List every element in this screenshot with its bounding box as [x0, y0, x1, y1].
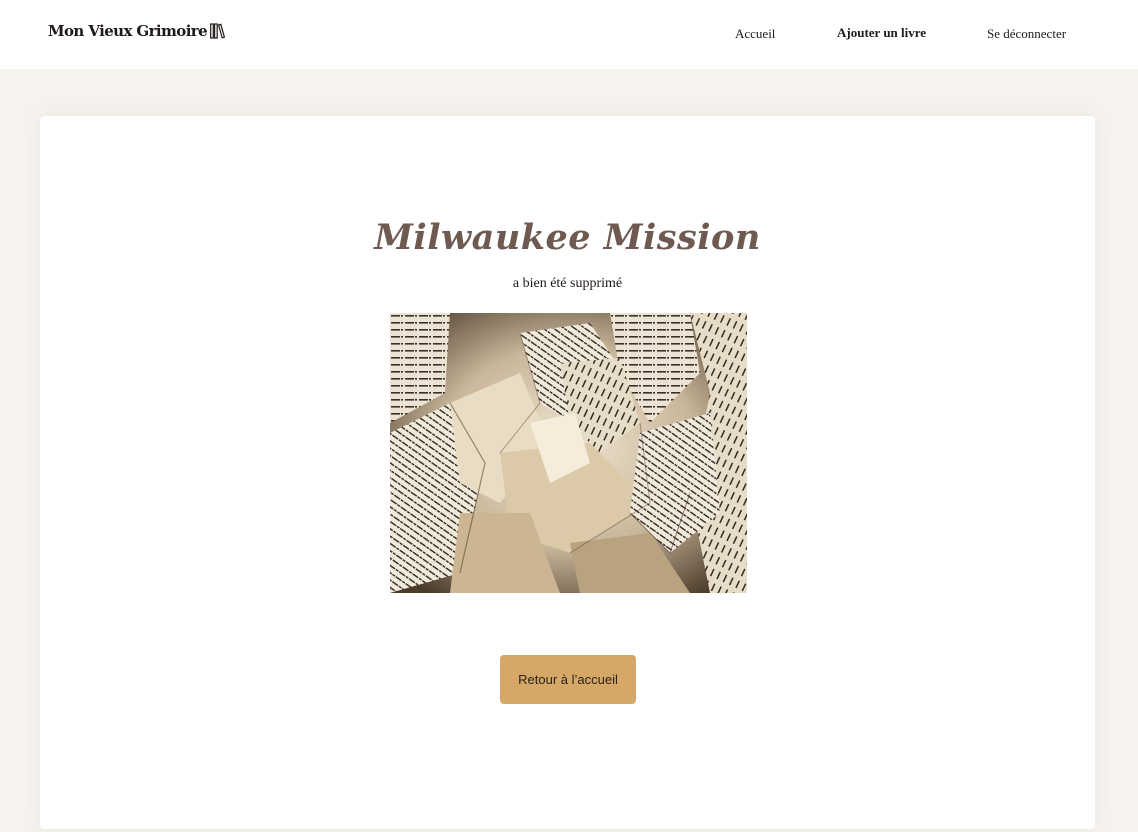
nav-add-book-link[interactable]: Ajouter un livre	[837, 25, 926, 41]
deletion-confirmation-card: Milwaukee Mission a bien été supprimé Re…	[40, 116, 1095, 829]
nav-home-link[interactable]: Accueil	[735, 26, 775, 42]
deletion-confirmation-text: a bien été supprimé	[512, 276, 623, 291]
crumpled-pages-image	[390, 313, 747, 593]
top-navigation-bar: Mon Vieux Grimoire Accueil Ajouter un li…	[0, 0, 1138, 69]
main-nav: Accueil Ajouter un livre Se déconnecter	[0, 25, 1138, 45]
deleted-book-title: Milwaukee Mission	[374, 217, 761, 258]
nav-logout-link[interactable]: Se déconnecter	[987, 26, 1066, 42]
back-to-home-button[interactable]: Retour à l’accueil	[500, 655, 636, 704]
